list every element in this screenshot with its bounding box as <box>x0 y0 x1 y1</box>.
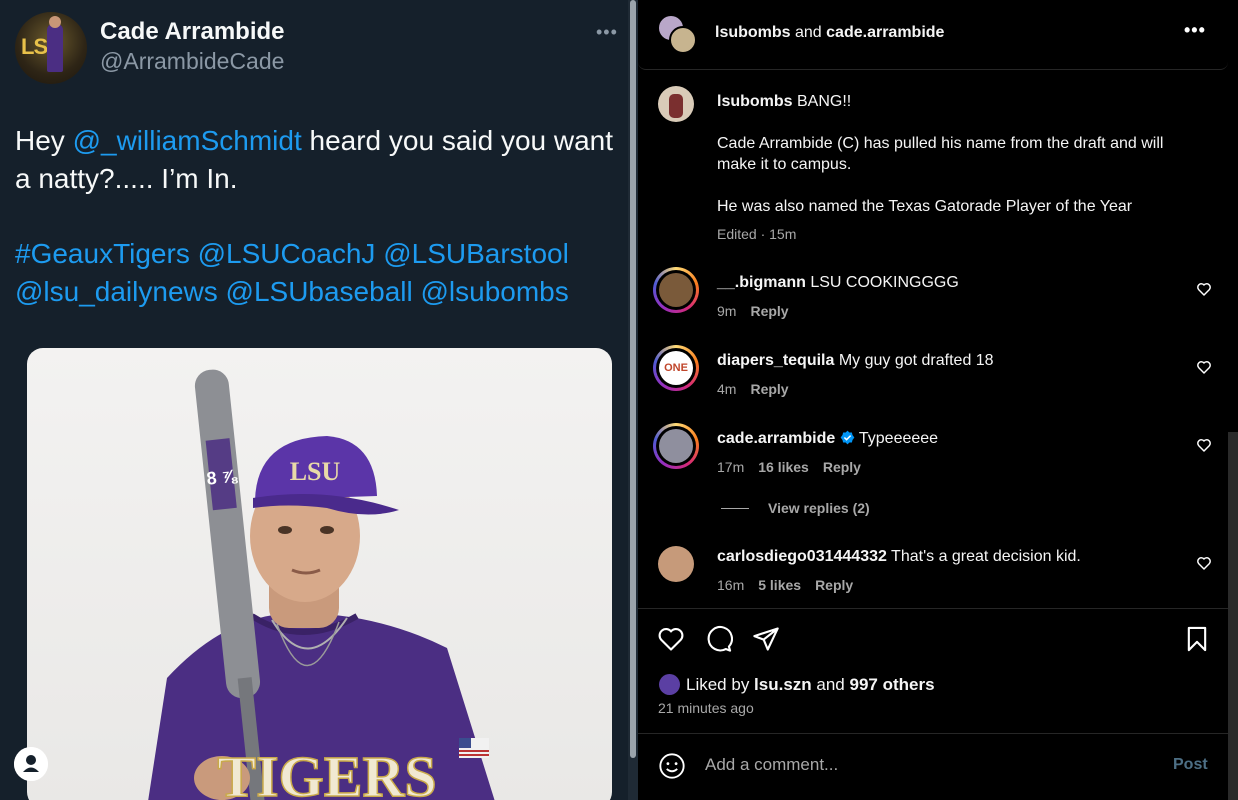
comment-avatar[interactable] <box>653 423 699 469</box>
verified-badge-icon <box>840 430 855 445</box>
comment-avatar[interactable] <box>658 546 694 582</box>
reply-button[interactable]: Reply <box>815 577 853 593</box>
collab-avatar-2[interactable] <box>669 26 697 54</box>
tweet-author-handle[interactable]: @ArrambideCade <box>100 48 284 75</box>
save-bookmark-icon[interactable] <box>1183 625 1211 653</box>
comment-meta: 4m Reply <box>717 381 789 397</box>
cap-logo: LSU <box>290 457 341 486</box>
post-timestamp: 21 minutes ago <box>658 700 754 716</box>
jersey-text: TIGERS <box>217 744 436 800</box>
replies-divider <box>721 508 749 509</box>
comment-avatar[interactable] <box>653 267 699 313</box>
reply-button[interactable]: Reply <box>823 459 861 475</box>
comment-text: diapers_tequila My guy got drafted 18 <box>717 352 994 369</box>
tweet-panel: LSU Cade Arrambide @ArrambideCade ••• He… <box>0 0 628 800</box>
comment-username[interactable]: carlosdiego031444332 <box>717 548 887 565</box>
mention-link[interactable]: @_williamSchmidt <box>73 125 302 156</box>
scrollbar-thumb[interactable] <box>630 0 636 758</box>
caption-avatar[interactable] <box>658 86 694 122</box>
liked-by: Liked by lsu.szn and 997 others <box>686 675 935 694</box>
background-window-edge <box>1228 432 1238 800</box>
person-icon <box>14 747 48 781</box>
comment-meta: 16m 5 likes Reply <box>717 577 854 593</box>
view-replies-button[interactable]: View replies (2) <box>768 500 870 516</box>
user-account-button[interactable] <box>14 747 48 781</box>
comment-likes[interactable]: 5 likes <box>758 577 801 593</box>
player-photo-illustration: LSU 8 ⅞ TIGERS <box>148 369 495 800</box>
more-options-icon[interactable]: ••• <box>596 22 618 43</box>
tweet-hashtags-mentions[interactable]: #GeauxTigers @LSUCoachJ @LSUBarstool @ls… <box>15 235 615 311</box>
likes-count-link[interactable]: 997 others <box>849 675 934 694</box>
like-heart-icon[interactable] <box>657 625 685 653</box>
post-comment-button[interactable]: Post <box>1173 756 1208 774</box>
comment-meta: 9m Reply <box>717 303 789 319</box>
bat-brand: 8 ⅞ <box>206 466 239 489</box>
tweet-scrollbar[interactable] <box>628 0 638 800</box>
comment-text: carlosdiego031444332 That's a great deci… <box>717 548 1081 565</box>
liker-username[interactable]: lsu.szn <box>754 675 812 694</box>
comment-username[interactable]: cade.arrambide <box>717 430 835 447</box>
caption-meta: Edited · 15m <box>717 226 797 242</box>
post-header: lsubombs and cade.arrambide ••• <box>638 0 1228 70</box>
comment-icon[interactable] <box>705 625 733 653</box>
comment-username[interactable]: __.bigmann <box>717 274 806 291</box>
like-comment-heart-icon[interactable] <box>1196 281 1212 297</box>
comment-meta: 17m 16 likes Reply <box>717 459 861 475</box>
comment-bar: Post <box>638 733 1228 800</box>
instagram-post-panel: lsubombs and cade.arrambide ••• lsubombs… <box>638 0 1238 800</box>
comment-likes[interactable]: 16 likes <box>758 459 809 475</box>
comment-input[interactable] <box>705 755 1145 775</box>
caption-text: lsubombs BANG!! Cade Arrambide (C) has p… <box>717 93 1164 215</box>
caption-username[interactable]: lsubombs <box>717 93 793 110</box>
like-comment-heart-icon[interactable] <box>1196 555 1212 571</box>
tweet-text: Hey @_williamSchmidt heard you said you … <box>15 125 614 194</box>
collaborator-link[interactable]: lsubombs <box>715 24 791 41</box>
tweet-author-name[interactable]: Cade Arrambide <box>100 18 285 46</box>
reply-button[interactable]: Reply <box>750 381 788 397</box>
tweet-author-avatar[interactable]: LSU <box>15 12 87 84</box>
comment-text: __.bigmann LSU COOKINGGGG <box>717 274 959 291</box>
comment-avatar[interactable]: ONE <box>653 345 699 391</box>
liker-avatar[interactable] <box>659 674 680 695</box>
tweet-photo[interactable]: LSU 8 ⅞ TIGERS <box>27 348 612 800</box>
collaborator-link[interactable]: cade.arrambide <box>826 24 944 41</box>
reply-button[interactable]: Reply <box>750 303 788 319</box>
comment-text: cade.arrambide Typeeeeee <box>717 430 939 447</box>
more-options-icon[interactable]: ••• <box>1184 20 1206 41</box>
comment-username[interactable]: diapers_tequila <box>717 352 834 369</box>
post-collaborators: lsubombs and cade.arrambide <box>715 24 945 41</box>
emoji-icon[interactable] <box>658 752 686 780</box>
like-comment-heart-icon[interactable] <box>1196 437 1212 453</box>
like-comment-heart-icon[interactable] <box>1196 359 1212 375</box>
share-icon[interactable] <box>752 625 780 653</box>
